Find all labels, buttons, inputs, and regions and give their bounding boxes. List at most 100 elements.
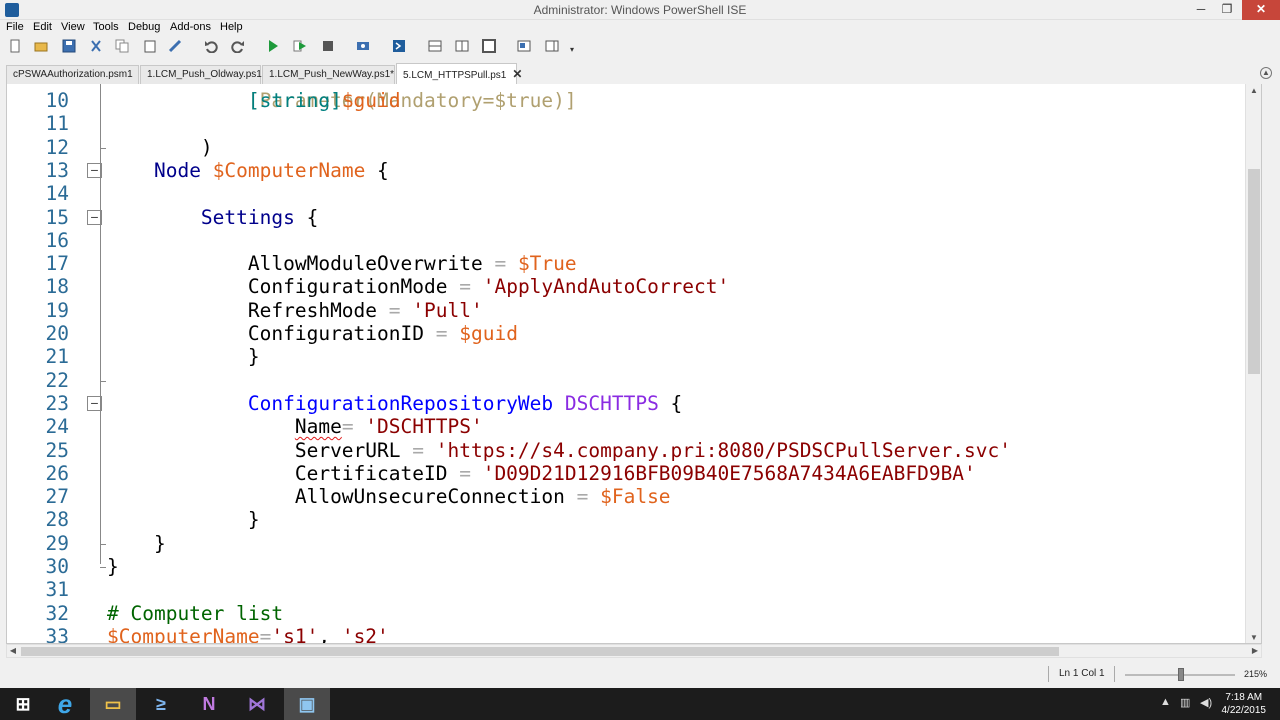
code-line: 31 xyxy=(7,578,1261,601)
powershell-ise-taskbar-icon[interactable]: ▣ xyxy=(284,688,330,720)
code-token: $guid xyxy=(341,89,401,112)
menu-file[interactable]: File xyxy=(6,21,24,33)
menu-debug[interactable]: Debug xyxy=(128,21,160,33)
toolbar-overflow-icon[interactable]: ▾ xyxy=(565,43,579,57)
line-number: 20 xyxy=(45,322,69,345)
show-script-right-icon[interactable] xyxy=(455,39,469,53)
code-token: { xyxy=(365,158,389,182)
open-icon[interactable] xyxy=(34,39,48,53)
undo-icon[interactable] xyxy=(204,39,218,54)
file-explorer-icon[interactable]: ▭ xyxy=(90,688,136,720)
code-token: AllowUnsecureConnection xyxy=(294,485,565,509)
onenote-icon[interactable]: N xyxy=(186,688,232,720)
clock-date: 4/22/2015 xyxy=(1221,705,1267,716)
line-number: 32 xyxy=(45,601,69,625)
scroll-up-icon[interactable]: ▲ xyxy=(1246,86,1261,95)
run-selection-icon[interactable] xyxy=(293,39,307,53)
redo-icon[interactable] xyxy=(231,39,245,54)
tab-close-icon[interactable]: ✕ xyxy=(512,67,522,81)
code-token: } xyxy=(107,531,166,555)
tab-cpswaauthorization[interactable]: cPSWAAuthorization.psm1 xyxy=(6,65,139,84)
tray-overflow-icon[interactable]: ▲ xyxy=(1160,696,1171,708)
menu-tools[interactable]: Tools xyxy=(93,21,119,33)
run-icon[interactable] xyxy=(266,39,280,53)
network-icon[interactable]: ▥ xyxy=(1180,696,1190,709)
scroll-left-icon[interactable]: ◀ xyxy=(7,646,19,655)
tab-label: 1.LCM_Push_NewWay.ps1* xyxy=(269,69,395,80)
code-token: $ComputerName xyxy=(212,158,366,182)
new-remote-tab-icon[interactable] xyxy=(356,39,370,53)
vertical-scroll-thumb[interactable] xyxy=(1248,169,1260,374)
code-text: ConfigurationRepositoryWeb DSCHTTPS { xyxy=(107,392,682,415)
scroll-right-icon[interactable]: ▶ xyxy=(1249,646,1261,655)
tab-lcm-push-oldway[interactable]: 1.LCM_Push_Oldway.ps1 xyxy=(140,65,262,84)
collapse-script-pane-icon[interactable]: ▲ xyxy=(1260,67,1272,79)
code-token: } xyxy=(107,345,260,369)
stop-icon[interactable] xyxy=(321,39,335,53)
show-script-max-icon[interactable] xyxy=(482,39,496,53)
menu-edit[interactable]: Edit xyxy=(33,21,52,33)
code-line: 20 ConfigurationID = $guid xyxy=(7,322,1261,345)
visual-studio-icon[interactable]: ⋈ xyxy=(234,688,280,720)
paste-icon[interactable] xyxy=(143,39,157,53)
menu-add-ons[interactable]: Add-ons xyxy=(170,21,211,33)
code-text: ConfigurationID = $guid xyxy=(107,322,518,345)
status-bar: Ln 1 Col 1 215% xyxy=(0,662,1280,688)
cut-icon[interactable] xyxy=(89,39,103,53)
maximize-button[interactable]: ❐ xyxy=(1214,0,1240,20)
tab-lcm-httpspull[interactable]: 5.LCM_HTTPSPull.ps1 ✕ xyxy=(396,63,522,84)
code-token: CertificateID xyxy=(294,461,448,485)
code-line: 23− ConfigurationRepositoryWeb DSCHTTPS … xyxy=(7,392,1261,415)
tray-clock[interactable]: 7:18 AM 4/22/2015 xyxy=(1222,691,1267,717)
volume-icon[interactable]: ◀) xyxy=(1200,696,1212,709)
start-button[interactable]: ⊞ xyxy=(0,688,46,720)
tab-lcm-push-newway[interactable]: 1.LCM_Push_NewWay.ps1* xyxy=(262,65,395,84)
line-number: 10 xyxy=(45,89,69,112)
tab-label: 1.LCM_Push_Oldway.ps1 xyxy=(147,69,262,80)
powershell-icon[interactable]: ≥ xyxy=(138,688,184,720)
code-line: 32 # Computer list xyxy=(7,601,1261,625)
code-token: = xyxy=(341,415,366,439)
zoom-slider-thumb[interactable] xyxy=(1178,668,1184,681)
code-token: $guid xyxy=(459,322,518,345)
vertical-scrollbar[interactable]: ▲ ▼ xyxy=(1245,84,1261,643)
code-line: 21 } xyxy=(7,345,1261,369)
clock-time: 7:18 AM xyxy=(1225,692,1263,703)
new-icon[interactable] xyxy=(8,39,22,53)
show-script-top-icon[interactable] xyxy=(428,39,442,53)
menu-help[interactable]: Help xyxy=(220,21,243,33)
clear-icon[interactable] xyxy=(168,39,182,53)
horizontal-scroll-thumb[interactable] xyxy=(21,647,1059,656)
close-button[interactable]: ✕ xyxy=(1242,0,1280,20)
code-token: 's1' xyxy=(271,624,319,644)
windows-taskbar: ⊞ e ▭ ≥ N ⋈ ▣ ▲ ▥ ◀) 7:18 AM 4/22/2015 xyxy=(0,688,1280,720)
script-editor[interactable]: [Parameter(Mandatory=$true)] 10 [string]… xyxy=(6,84,1262,644)
menu-view[interactable]: View xyxy=(61,21,85,33)
copy-icon[interactable] xyxy=(115,39,129,53)
code-token: 'https://s4.company.pri:8080/PSDSCPullSe… xyxy=(435,438,1012,462)
line-number: 12 xyxy=(45,135,69,159)
scroll-down-icon[interactable]: ▼ xyxy=(1246,633,1261,642)
show-command-addon-icon[interactable] xyxy=(545,39,559,53)
code-token: = xyxy=(259,624,272,644)
horizontal-scrollbar[interactable]: ◀ ▶ xyxy=(6,644,1262,658)
line-number: 30 xyxy=(45,555,69,578)
code-line: 16 xyxy=(7,229,1261,252)
show-command-window-icon[interactable] xyxy=(517,39,531,53)
save-icon[interactable] xyxy=(62,39,76,53)
line-number: 29 xyxy=(45,531,69,555)
window-title: Administrator: Windows PowerShell ISE xyxy=(533,3,747,17)
code-token: $True xyxy=(517,252,577,276)
start-powershell-icon[interactable] xyxy=(392,39,406,53)
code-token: , xyxy=(318,624,342,644)
code-line: 22 xyxy=(7,369,1261,392)
minimize-button[interactable]: ─ xyxy=(1188,0,1214,20)
internet-explorer-icon[interactable]: e xyxy=(42,688,88,720)
code-line: 33 $ComputerName='s1', 's2' xyxy=(7,624,1261,644)
code-line: 13− Node $ComputerName { xyxy=(7,158,1261,182)
